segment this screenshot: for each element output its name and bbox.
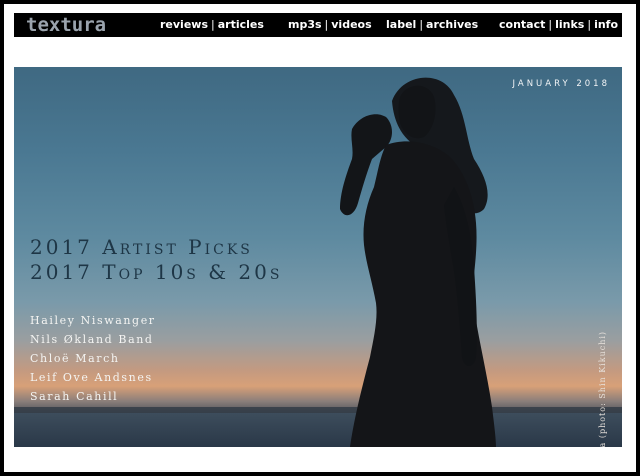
- artist-link[interactable]: Chloë March: [30, 349, 156, 368]
- nav-link-contact[interactable]: contact: [499, 18, 545, 31]
- artist-link[interactable]: Nils Økland Band: [30, 330, 156, 349]
- nav-separator: |: [211, 18, 215, 31]
- photo-credit-text: Itoko Toma (photo: Shin Kikuchi): [598, 330, 607, 447]
- nav-link-label[interactable]: label: [386, 18, 416, 31]
- nav-link-links[interactable]: links: [555, 18, 584, 31]
- nav-separator: |: [587, 18, 592, 31]
- nav-link-mp3s[interactable]: mp3s: [288, 18, 322, 31]
- artist-link[interactable]: Hailey Niswanger: [30, 311, 156, 330]
- nav-separator: |: [548, 18, 553, 31]
- site-logo[interactable]: textura: [26, 13, 106, 37]
- nav-group-reviews-articles: reviews | articles: [160, 13, 264, 37]
- artist-list: Hailey Niswanger Nils Økland Band Chloë …: [30, 311, 156, 406]
- headline-top-lists-link[interactable]: 2017 Top 10s & 20s: [30, 260, 282, 285]
- nav-link-reviews[interactable]: reviews: [160, 18, 208, 31]
- artist-link[interactable]: Sarah Cahill: [30, 387, 156, 406]
- issue-date: JANUARY 2018: [512, 79, 610, 89]
- nav-group-label-archives: label | archives: [386, 13, 478, 37]
- headline-artist-picks-link[interactable]: 2017 Artist Picks: [30, 235, 282, 260]
- nav-group-contact-links-info: contact | links | info: [499, 13, 618, 37]
- nav-link-articles[interactable]: articles: [218, 18, 264, 31]
- top-navbar: textura reviews | articles mp3s | videos lab…: [14, 13, 622, 37]
- headline: 2017 Artist Picks 2017 Top 10s & 20s: [30, 235, 282, 285]
- hero-banner[interactable]: JANUARY 2018 2017 Artist Picks 2017 Top …: [14, 67, 622, 447]
- nav-link-archives[interactable]: archives: [426, 18, 478, 31]
- nav-link-videos[interactable]: videos: [331, 18, 371, 31]
- artist-link[interactable]: Leif Ove Andsnes: [30, 368, 156, 387]
- nav-separator: |: [324, 18, 329, 31]
- nav-separator: |: [419, 18, 424, 31]
- nav-group-mp3s-videos: mp3s | videos: [288, 13, 372, 37]
- nav-link-info[interactable]: info: [594, 18, 618, 31]
